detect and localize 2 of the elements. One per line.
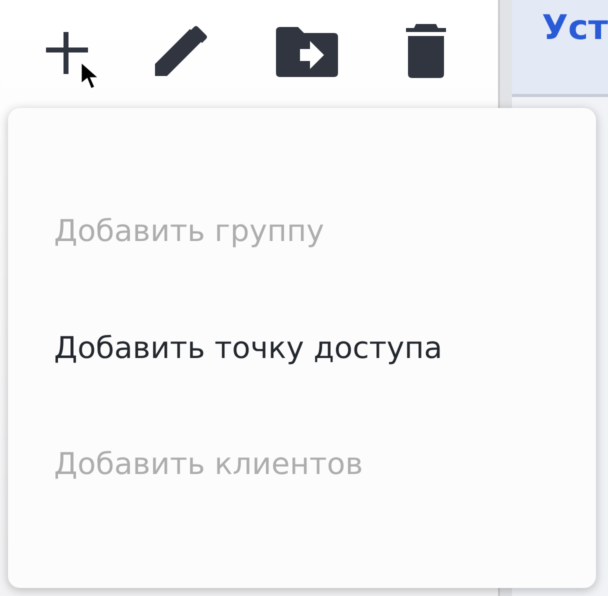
menu-item[interactable]: Добавить точку доступа xyxy=(8,330,596,366)
column-heading[interactable]: Уст xyxy=(542,8,608,48)
